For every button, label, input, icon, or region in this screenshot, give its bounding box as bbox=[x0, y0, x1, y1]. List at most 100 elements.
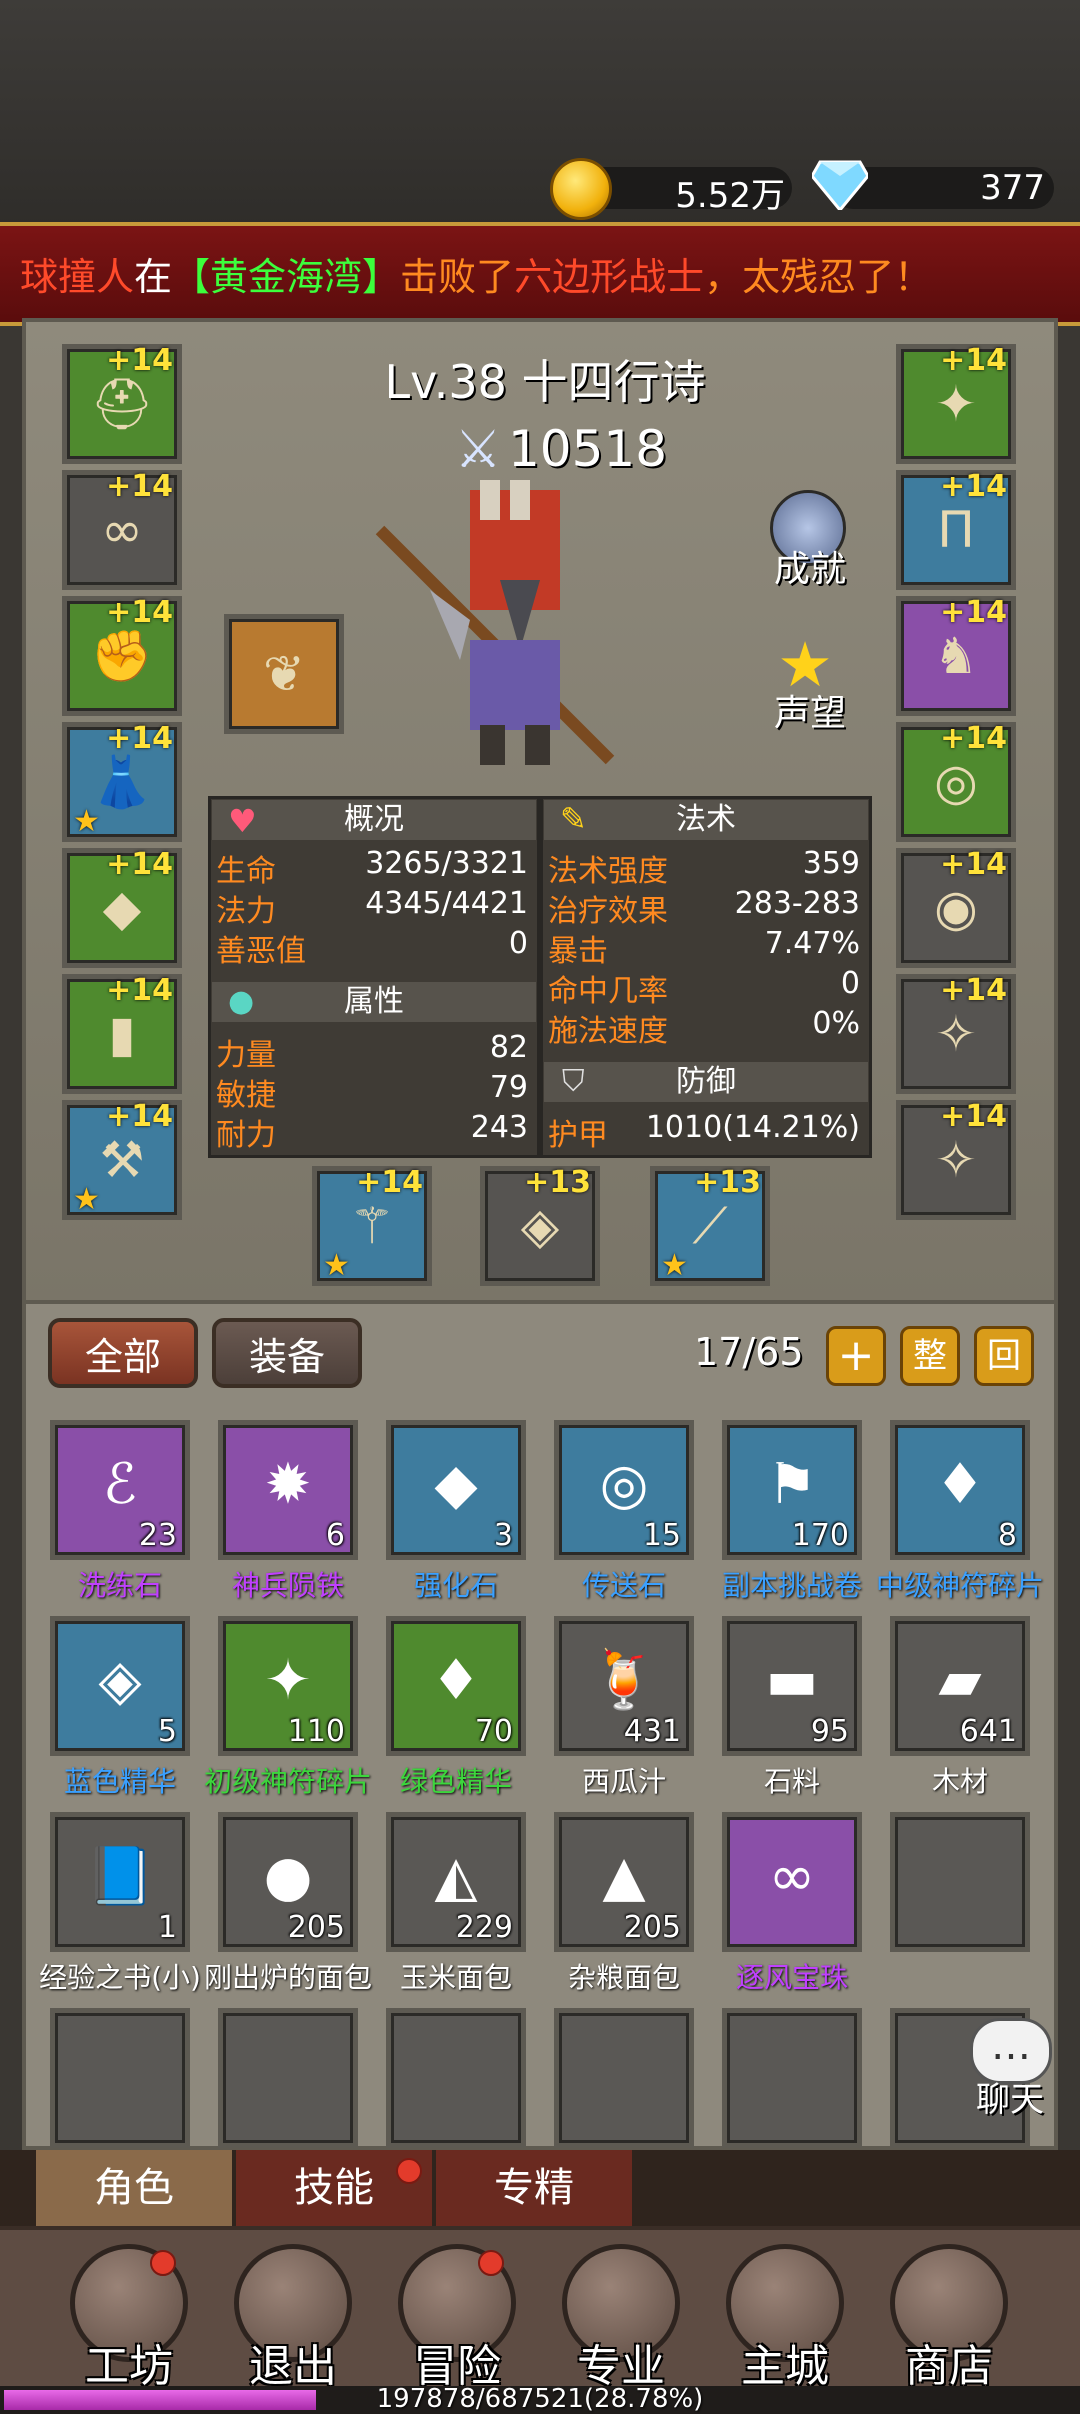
equip_right-slot-4[interactable]: ◉ +14 bbox=[896, 847, 1016, 968]
cape-icon: ◆ bbox=[102, 879, 142, 937]
equip_right-slot-1[interactable]: Π +14 bbox=[896, 469, 1016, 590]
equip_left-slot-6[interactable]: ⚒ +14 ★ bbox=[62, 1099, 182, 1220]
reputation-label[interactable]: 声望 bbox=[760, 684, 860, 736]
inventory-item[interactable]: ♦ 8 bbox=[890, 1420, 1030, 1560]
inventory-empty-slot[interactable] bbox=[554, 2008, 694, 2148]
equip_left-slot-2[interactable]: ✊ +14 bbox=[62, 595, 182, 716]
item-name: 初级神符碎片 bbox=[203, 1765, 372, 1798]
achievement-label[interactable]: 成就 bbox=[760, 540, 860, 592]
inventory-item[interactable]: ℰ 23 bbox=[50, 1420, 190, 1560]
item-name: 西瓜汁 bbox=[581, 1765, 666, 1798]
inventory-item[interactable]: ✹ 6 bbox=[218, 1420, 358, 1560]
xp-text: 197878/687521(28.78%) bbox=[376, 2384, 704, 2414]
item-count: 1 bbox=[157, 1910, 177, 1945]
inventory-item[interactable]: ✦ 110 bbox=[218, 1616, 358, 1756]
inventory-item[interactable]: 📘 1 bbox=[50, 1812, 190, 1952]
stat-label: 力量 bbox=[216, 1038, 276, 1073]
stat-value: 0% bbox=[812, 1006, 860, 1041]
inventory-item[interactable]: ♦ 70 bbox=[386, 1616, 526, 1756]
equip_right-slot-5[interactable]: ✧ +14 bbox=[896, 973, 1016, 1094]
item-name: 玉米面包 bbox=[399, 1961, 512, 1994]
equip_left-slot-4[interactable]: ◆ +14 bbox=[62, 847, 182, 968]
equip-bottom-slot-1[interactable]: ◈ +13 bbox=[480, 1165, 600, 1286]
inventory-item[interactable]: ▰ 641 bbox=[890, 1616, 1030, 1756]
enhance-level: +13 bbox=[524, 1165, 591, 1200]
enhance-level: +14 bbox=[106, 721, 173, 756]
diamond-amount: 377 bbox=[980, 168, 1045, 208]
equip_right-slot-0[interactable]: ✦ +14 bbox=[896, 343, 1016, 464]
blue-crystal-icon: ✦ bbox=[264, 1648, 312, 1713]
stat-label: 敏捷 bbox=[216, 1078, 276, 1113]
attribute-title: 属性 bbox=[212, 982, 536, 1022]
inventory-empty-slot[interactable] bbox=[218, 2008, 358, 2148]
equip-bottom-slot-0[interactable]: ⚚ +14 ★ bbox=[312, 1165, 432, 1286]
enhance-level: +14 bbox=[940, 1099, 1007, 1134]
stat-value: 7.47% bbox=[764, 926, 860, 961]
stat-value: 359 bbox=[802, 846, 860, 881]
skills-notification-dot bbox=[396, 2158, 422, 2184]
tab-specialization[interactable]: 专精 bbox=[436, 2150, 632, 2226]
inventory-item[interactable]: ● 205 bbox=[218, 1812, 358, 1952]
grain-bread-icon: ▲ bbox=[602, 1844, 646, 1909]
defense-title: 防御 bbox=[544, 1062, 868, 1102]
green-gem-icon: ♦ bbox=[430, 1648, 482, 1713]
tab-all[interactable]: 全部 bbox=[48, 1318, 198, 1388]
item-count: 8 bbox=[997, 1518, 1017, 1553]
stat-value: 243 bbox=[470, 1110, 528, 1145]
empty-slot-icon: ✧ bbox=[935, 1131, 977, 1189]
sort-button[interactable]: 整 bbox=[900, 1326, 960, 1386]
inventory-item[interactable]: ∞ bbox=[722, 1812, 862, 1952]
item-count: 95 bbox=[810, 1714, 849, 1749]
item-count: 6 bbox=[325, 1518, 345, 1553]
teleport-stone-icon: ◎ bbox=[599, 1452, 649, 1517]
inventory-item[interactable]: ⚑ 170 bbox=[722, 1420, 862, 1560]
item-name: 副本挑战卷 bbox=[721, 1569, 862, 1602]
recycle-button[interactable]: 回 bbox=[974, 1326, 1034, 1386]
stat-label: 善恶值 bbox=[216, 934, 306, 969]
inventory-empty-slot[interactable] bbox=[722, 2008, 862, 2148]
item-name: 中级神符碎片 bbox=[875, 1569, 1044, 1602]
bracer-icon: ▮ bbox=[108, 1005, 136, 1063]
inventory-item[interactable]: ◭ 229 bbox=[386, 1812, 526, 1952]
inventory-item[interactable]: ▲ 205 bbox=[554, 1812, 694, 1952]
chat-label[interactable]: 聊天 bbox=[960, 2072, 1060, 2121]
item-name: 传送石 bbox=[581, 1569, 666, 1602]
stat-label: 生命 bbox=[216, 854, 276, 889]
equip-bottom-slot-2[interactable]: ⟋ +13 ★ bbox=[650, 1165, 770, 1286]
diamond-icon bbox=[812, 160, 868, 210]
broadcast-banner: 球撞人在【黄金海湾】击败了六边形战士，太残忍了！ bbox=[0, 222, 1080, 326]
stat-value: 0 bbox=[840, 966, 860, 1001]
enhance-level: +14 bbox=[106, 1099, 173, 1134]
equip_right-slot-3[interactable]: ◎ +14 bbox=[896, 721, 1016, 842]
inventory-empty-slot[interactable] bbox=[50, 2008, 190, 2148]
tab-character[interactable]: 角色 bbox=[36, 2150, 232, 2226]
inventory-empty-slot[interactable] bbox=[890, 1812, 1030, 1952]
broadcast-at: 在 bbox=[134, 255, 173, 299]
scroll-icon: ⚑ bbox=[766, 1452, 818, 1517]
equip_right-slot-6[interactable]: ✧ +14 bbox=[896, 1099, 1016, 1220]
amulet-slot[interactable]: ❦ bbox=[224, 614, 344, 734]
equip_left-slot-0[interactable]: ⛑ +14 bbox=[62, 343, 182, 464]
stat-label: 暴击 bbox=[548, 934, 608, 969]
expand-inventory-button[interactable]: + bbox=[826, 1326, 886, 1386]
item-name: 强化石 bbox=[413, 1569, 498, 1602]
inventory-item[interactable]: 🍹 431 bbox=[554, 1616, 694, 1756]
inventory-item[interactable]: ◈ 5 bbox=[50, 1616, 190, 1756]
inventory-item[interactable]: ◎ 15 bbox=[554, 1420, 694, 1560]
item-name: 刚出炉的面包 bbox=[203, 1961, 372, 1994]
stat-value: 0 bbox=[508, 926, 528, 961]
inventory-item[interactable]: ▬ 95 bbox=[722, 1616, 862, 1756]
inventory-item[interactable]: ◆ 3 bbox=[386, 1420, 526, 1560]
tab-equipment[interactable]: 装备 bbox=[212, 1318, 362, 1388]
equip_left-slot-5[interactable]: ▮ +14 bbox=[62, 973, 182, 1094]
star-icon: ★ bbox=[661, 1248, 688, 1283]
item-count: 170 bbox=[791, 1518, 849, 1553]
equip_left-slot-3[interactable]: 👗 +14 ★ bbox=[62, 721, 182, 842]
inventory-empty-slot[interactable] bbox=[386, 2008, 526, 2148]
equip_left-slot-1[interactable]: ∞ +14 bbox=[62, 469, 182, 590]
item-count: 5 bbox=[157, 1714, 177, 1749]
equip_right-slot-2[interactable]: ♞ +14 bbox=[896, 595, 1016, 716]
enhance-level: +14 bbox=[106, 595, 173, 630]
item-count: 3 bbox=[493, 1518, 513, 1553]
stat-value: 283-283 bbox=[734, 886, 860, 921]
